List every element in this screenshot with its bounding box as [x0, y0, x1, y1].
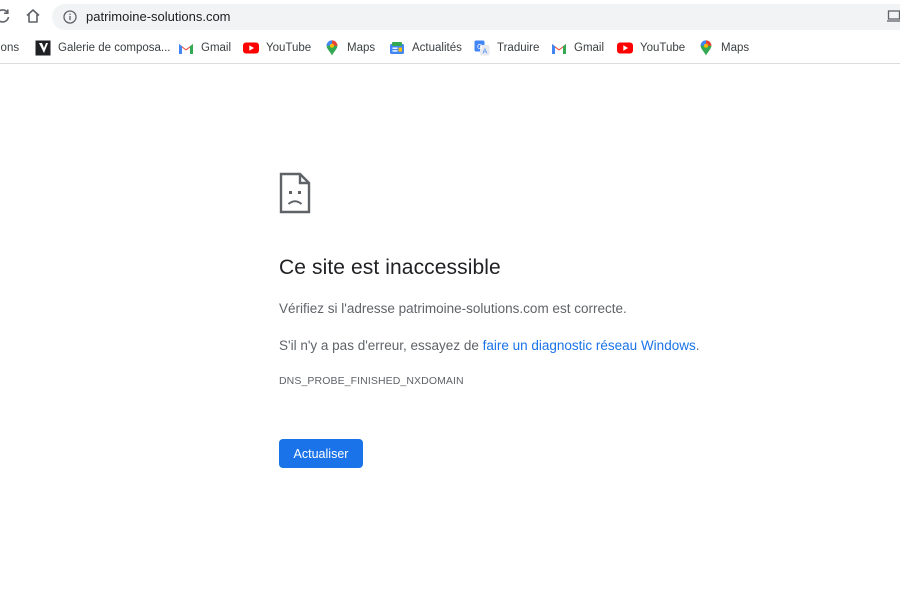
news-icon: [389, 40, 405, 56]
bookmark-label: YouTube: [640, 42, 686, 54]
gmail-icon: [551, 40, 567, 56]
error-page: Ce site est inaccessible Vérifiez si l'a…: [0, 64, 900, 600]
galerie-icon: [35, 40, 51, 56]
translate-icon: GA: [474, 40, 490, 56]
suggestion-suffix: .: [695, 338, 700, 353]
bookmark-label: Maps: [721, 42, 750, 54]
bookmark-item[interactable]: Maps: [698, 33, 749, 63]
bookmark-item[interactable]: Actualités: [389, 33, 462, 63]
bookmark-label: Gmail: [574, 42, 605, 54]
bookmark-item[interactable]: Maps: [324, 33, 375, 63]
bookmark-item[interactable]: YouTube: [243, 33, 311, 63]
sad-document-icon: [279, 172, 311, 214]
youtube-icon: [243, 40, 259, 56]
bookmark-item[interactable]: Gmail: [551, 33, 604, 63]
bookmark-item[interactable]: Galerie de composa...: [35, 33, 171, 63]
bookmark-label: Traduire: [497, 42, 540, 54]
error-title: Ce site est inaccessible: [279, 256, 501, 279]
youtube-icon: [617, 40, 633, 56]
error-message-address: Vérifiez si l'adresse patrimoine-solutio…: [279, 301, 627, 316]
address-url: patrimoine-solutions.com: [86, 9, 231, 24]
bookmark-label: ions: [0, 42, 20, 54]
maps-icon: [324, 40, 340, 56]
bookmark-item[interactable]: YouTube: [617, 33, 685, 63]
reload-icon[interactable]: [0, 5, 14, 27]
network-diagnostic-link[interactable]: faire un diagnostic réseau Windows: [483, 338, 696, 353]
bookmark-label: Gmail: [201, 42, 232, 54]
site-info-icon[interactable]: [63, 10, 77, 24]
bookmark-item[interactable]: Gmail: [178, 33, 231, 63]
error-code: DNS_PROBE_FINISHED_NXDOMAIN: [279, 375, 464, 387]
gmail-icon: [178, 40, 194, 56]
svg-text:A: A: [483, 48, 488, 56]
bookmark-label: Actualités: [412, 42, 462, 54]
suggestion-text: S'il n'y a pas d'erreur, essayez de: [279, 338, 483, 353]
reload-button[interactable]: Actualiser: [279, 439, 363, 468]
bookmark-label: YouTube: [266, 42, 312, 54]
maps-icon: [698, 40, 714, 56]
address-bar[interactable]: patrimoine-solutions.com: [52, 4, 900, 30]
error-message-suggestion: S'il n'y a pas d'erreur, essayez de fair…: [279, 338, 699, 353]
bookmark-label: Maps: [347, 42, 376, 54]
home-icon[interactable]: [22, 5, 44, 27]
bookmark-item[interactable]: GA Traduire: [474, 33, 539, 63]
bookmark-label: Galerie de composa...: [58, 42, 171, 54]
bookmarks-bar: ions Galerie de composa... Gmail YouTube…: [0, 33, 900, 64]
bookmark-item[interactable]: ions: [0, 33, 19, 63]
device-icon[interactable]: [887, 8, 900, 24]
browser-toolbar: patrimoine-solutions.com: [0, 0, 900, 33]
